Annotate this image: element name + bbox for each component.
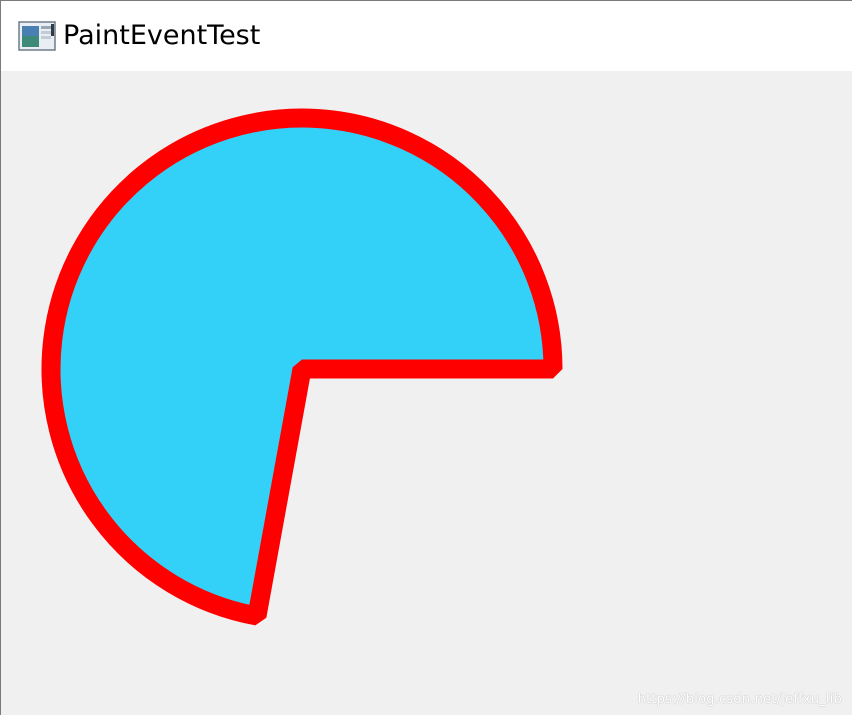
app-window-icon[interactable] [18, 21, 56, 51]
application-window: PaintEventTest https://blog.csdn.net/Jef… [0, 0, 852, 715]
title-bar[interactable]: PaintEventTest [1, 1, 852, 71]
paint-canvas [41, 108, 563, 626]
watermark-text: https://blog.csdn.net/Jeffxu_lib [637, 692, 842, 707]
paint-canvas-area: https://blog.csdn.net/Jeffxu_lib [1, 71, 852, 715]
window-title: PaintEventTest [63, 20, 261, 51]
pie-shape [41, 108, 563, 626]
